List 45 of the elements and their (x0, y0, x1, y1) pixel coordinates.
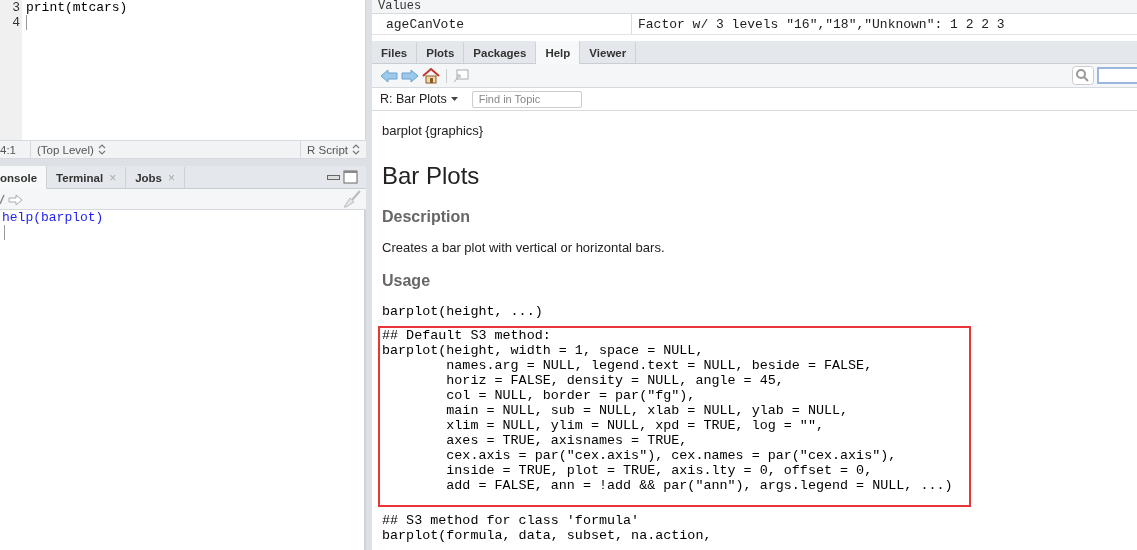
popout-icon (453, 68, 469, 83)
section-header: Values (372, 0, 1137, 14)
page-title: Bar Plots (382, 162, 481, 190)
code-line: xlim = NULL, ylim = NULL, xpd = TRUE, log = "", (445, 418, 825, 433)
line-number: 4 (11, 15, 21, 30)
caret-icon (450, 97, 458, 101)
text-cursor (4, 225, 5, 240)
back-icon (380, 68, 398, 83)
home-icon (422, 67, 440, 84)
find-field[interactable]: Find in Topic (471, 90, 582, 108)
topic-dropdown[interactable]: R: Bar Plots (380, 92, 458, 106)
search-field[interactable] (1097, 67, 1137, 84)
cursor-position: 4:1 (0, 143, 16, 156)
code-line: cex.axis = par("cex.axis"), cex.names = par("cex.axis"), (445, 448, 898, 463)
code-line: horiz = FALSE, density = NULL, angle = 45, (445, 373, 785, 388)
updown-icon (352, 144, 360, 155)
variable-name: ageCanVote (386, 16, 464, 32)
code-line: barplot(formula, data, subset, na.action, (382, 528, 712, 543)
tab[interactable]: Help (536, 41, 581, 64)
file-type-dropdown[interactable]: R Script (300, 141, 366, 158)
code-line: barplot(height, ...) (382, 304, 543, 319)
variable-value: Factor w/ 3 levels "16","18","Unknown": 1 2 2 3 (637, 16, 1005, 32)
section-heading: Usage (382, 271, 432, 291)
section-heading: Description (382, 207, 471, 227)
code-line: names.arg = NULL, legend.text = NULL, beside = FALSE, (445, 358, 874, 373)
code-line: barplot(height, width = 1, space = NULL, (382, 343, 705, 358)
forward-icon (401, 68, 419, 83)
code-line: add = FALSE, ann = !add && par("ann"), args.legend = NULL, ...) (445, 478, 953, 493)
console-command: help(barplot) (2, 210, 105, 225)
code-line: col = NULL, border = par("fg"), (445, 388, 697, 403)
package-label: barplot {graphics} (382, 123, 485, 138)
code-line: ## Default S3 method: (382, 328, 552, 343)
minimize-icon (327, 174, 340, 180)
code-line: print(mtcars) (26, 0, 128, 15)
scope-dropdown[interactable]: (Top Level) (37, 143, 106, 156)
tab[interactable]: onsole (0, 166, 48, 189)
line-number: 3 (11, 0, 21, 15)
code-line: main = NULL, sub = NULL, xlab = NULL, ylab = NULL, (445, 403, 850, 418)
code-line: inside = TRUE, plot = TRUE, axis.lty = 0, offset = 0, (445, 463, 874, 478)
maximize-icon (343, 170, 358, 184)
code-line: ## S3 method for class 'formula' (382, 513, 641, 528)
description-text: Creates a bar plot with vertical or horizontal bars. (382, 240, 666, 255)
updown-icon (97, 144, 106, 155)
broom-icon (342, 190, 362, 208)
code-line: axes = TRUE, axisnames = TRUE, (445, 433, 689, 448)
